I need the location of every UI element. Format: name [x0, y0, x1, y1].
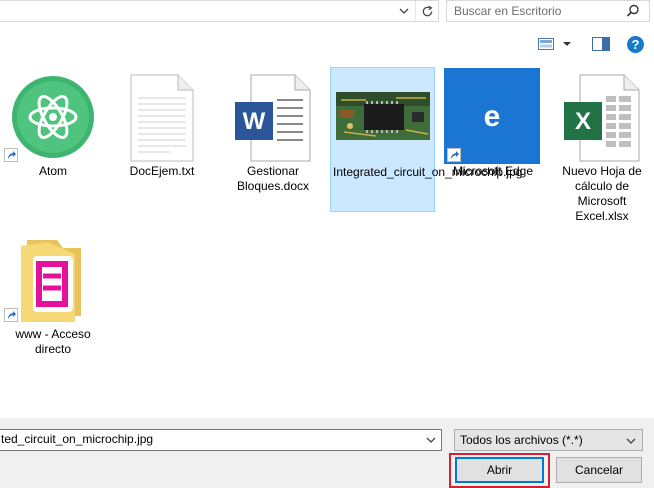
word-document-icon: W [233, 74, 313, 165]
svg-text:e: e [484, 100, 501, 133]
file-item-gestionar-bloques[interactable]: W Gestionar Bloques.docx [221, 68, 325, 198]
file-label: DocEjem.txt [129, 164, 195, 178]
more-views-dropdown-icon[interactable] [562, 38, 572, 52]
filename-field[interactable]: ted_circuit_on_microchip.jpg [0, 429, 442, 451]
file-item-www-shortcut[interactable]: www - Acceso directo [1, 232, 105, 362]
file-type-select[interactable]: Todos los archivos (*.*) [454, 429, 643, 451]
file-label: Microsoft Edge [452, 164, 534, 178]
help-icon[interactable]: ? [627, 36, 644, 53]
address-history-dropdown-icon[interactable] [396, 2, 412, 20]
refresh-icon[interactable] [415, 1, 438, 21]
file-label: Atom [38, 164, 67, 178]
file-item-microsoft-edge[interactable]: e Microsoft Edge [441, 68, 545, 198]
shortcut-arrow-icon [4, 148, 18, 162]
file-type-dropdown-icon[interactable] [626, 433, 636, 447]
cancel-button[interactable]: Cancelar [556, 457, 642, 483]
preview-pane-icon[interactable] [592, 37, 610, 54]
svg-text:W: W [243, 108, 266, 135]
svg-text:X: X [575, 108, 591, 135]
filename-history-dropdown-icon[interactable] [426, 432, 436, 446]
file-label: www - Acceso directo [15, 327, 91, 356]
file-item-docejem[interactable]: DocEjem.txt [110, 68, 214, 198]
file-label: Integrated_circuit_on_microchip.jpg [333, 165, 523, 179]
file-item-atom[interactable]: Atom [1, 68, 105, 198]
open-button[interactable]: Abrir [455, 457, 544, 483]
file-item-excel[interactable]: X Nuevo Hoja de cálculo de Microsoft Exc… [550, 68, 654, 228]
shortcut-arrow-icon [4, 308, 18, 322]
atom-app-icon [10, 74, 96, 163]
folder-shortcut-icon [17, 236, 87, 325]
file-label: Nuevo Hoja de cálculo de Microsoft Excel… [562, 164, 642, 223]
image-thumbnail-icon [336, 92, 430, 143]
search-input[interactable] [454, 3, 624, 19]
file-label: Gestionar Bloques.docx [236, 164, 310, 193]
shortcut-arrow-icon [447, 148, 461, 162]
view-toolbar [0, 30, 654, 58]
change-view-icon[interactable] [538, 38, 554, 53]
address-bar[interactable] [0, 0, 439, 22]
text-document-icon [130, 74, 194, 165]
search-icon[interactable] [626, 4, 642, 18]
file-item-integrated-circuit[interactable]: Integrated_circuit_on_microchip.jpg [330, 67, 523, 212]
excel-document-icon: X [562, 74, 642, 165]
